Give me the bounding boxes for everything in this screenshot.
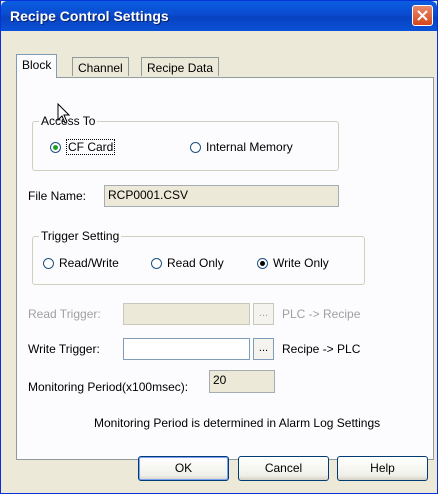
radio-read-only-label: Read Only [167,256,224,270]
trigger-setting-group: Trigger Setting Read/Write Read Only Wri… [32,229,365,285]
radio-write-only-label: Write Only [273,256,329,270]
radio-cf-card-label: CF Card [66,139,116,155]
radio-read-write-label: Read/Write [59,256,119,270]
dialog-title: Recipe Control Settings [10,8,169,24]
radio-dot [43,257,54,269]
radio-dot [190,141,201,153]
trigger-setting-label: Trigger Setting [39,229,122,243]
title-bar[interactable]: Recipe Control Settings [1,1,437,31]
file-name-field: RCP0001.CSV [104,185,339,207]
read-trigger-direction: PLC -> Recipe [282,307,361,321]
tab-block[interactable]: Block [16,54,58,78]
radio-dot [50,141,61,153]
mouse-cursor-icon [57,103,71,124]
radio-internal-memory[interactable]: Internal Memory [190,139,293,155]
recipe-control-settings-dialog: Recipe Control Settings Block Channel Re… [0,0,438,494]
tab-recipe-data[interactable]: Recipe Data [141,57,220,76]
read-trigger-browse-button: ... [253,303,274,325]
block-tab-panel: Access To CF Card Internal Memory File N… [16,77,434,460]
tab-recipe-data-label: Recipe Data [147,61,214,75]
radio-cf-card[interactable]: CF Card [50,139,116,155]
ok-button[interactable]: OK [138,456,229,481]
write-trigger-browse-button[interactable]: ... [253,338,274,360]
radio-read-write[interactable]: Read/Write [43,255,119,271]
write-trigger-label: Write Trigger: [28,342,100,356]
tab-channel-label: Channel [78,61,123,75]
monitoring-note: Monitoring Period is determined in Alarm… [94,416,381,430]
write-trigger-direction: Recipe -> PLC [282,342,361,356]
help-button[interactable]: Help [337,456,428,481]
radio-write-only[interactable]: Write Only [257,255,329,271]
tab-channel[interactable]: Channel [72,57,129,76]
read-trigger-label: Read Trigger: [28,307,101,321]
tab-block-label: Block [22,58,52,72]
radio-dot [151,257,162,269]
radio-internal-memory-label: Internal Memory [206,140,293,154]
monitoring-period-label: Monitoring Period(x100msec): [28,380,189,394]
write-trigger-input[interactable] [123,338,250,360]
radio-dot [257,257,268,269]
monitoring-period-field: 20 [209,370,275,393]
file-name-label: File Name: [28,189,87,203]
close-icon [417,10,428,21]
access-to-group: Access To CF Card Internal Memory [32,114,339,171]
cancel-button[interactable]: Cancel [238,456,329,481]
read-trigger-input [123,303,250,325]
radio-read-only[interactable]: Read Only [151,255,224,271]
dialog-client: Block Channel Recipe Data Access To CF C… [4,31,434,491]
close-button[interactable] [412,5,433,26]
